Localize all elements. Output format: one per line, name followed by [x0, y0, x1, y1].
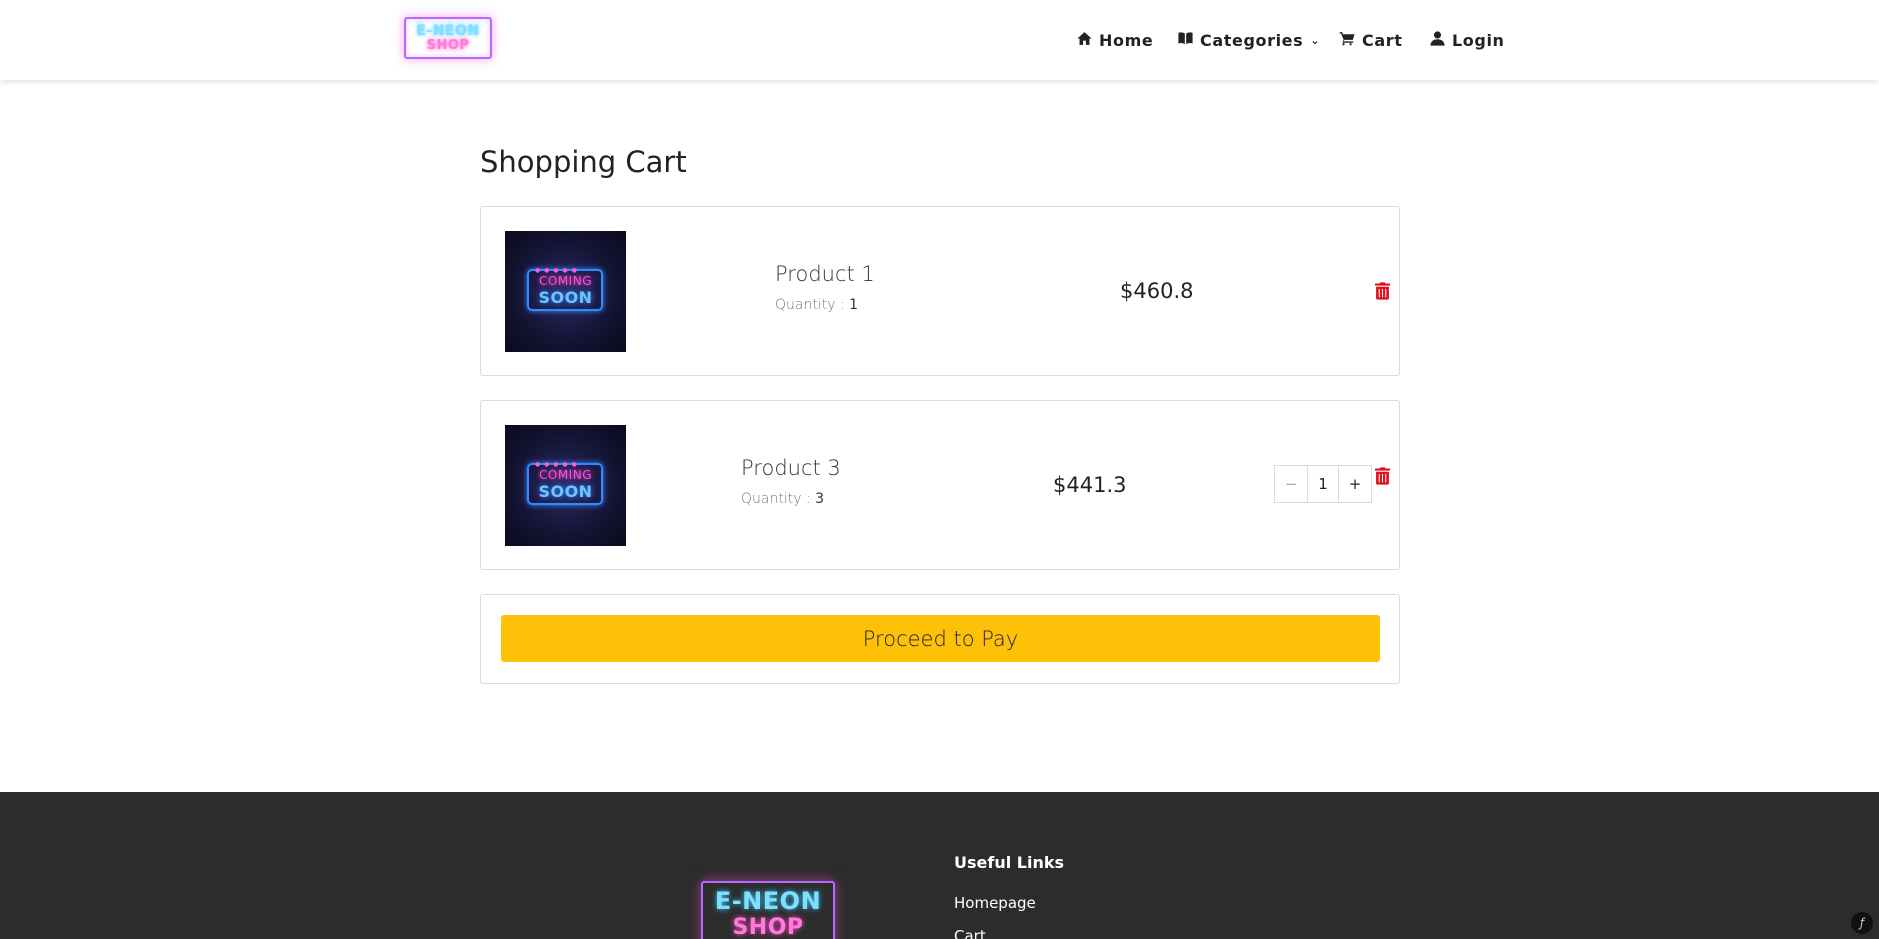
useful-links-heading: Useful Links [954, 853, 1065, 872]
quantity-label: Quantity : [741, 491, 811, 507]
neon-dots: ● ● ● ● ● [535, 267, 578, 274]
product-image[interactable]: ● ● ● ● ● COMING SOON [505, 425, 626, 546]
product-name[interactable]: Product 1 [775, 262, 875, 286]
nav-home[interactable]: Home [1076, 0, 1153, 80]
user-icon [1429, 30, 1446, 51]
cart-item: ● ● ● ● ● COMING SOON Product 1 Quantity… [480, 206, 1400, 376]
footer-logo[interactable]: E-NEON SHOP [701, 881, 835, 939]
product-price: $441.3 [1053, 473, 1127, 497]
footer-link-cart[interactable]: Cart [954, 927, 986, 939]
nav-categories-label: Categories [1200, 30, 1304, 50]
cart-item: ● ● ● ● ● COMING SOON Product 3 Quantity… [480, 400, 1400, 570]
quantity-stepper: − 1 + [1274, 465, 1372, 503]
nav-login[interactable]: Login [1429, 0, 1505, 80]
proceed-to-pay-button[interactable]: Proceed to Pay [501, 615, 1380, 662]
symfony-icon[interactable]: ƒ [1851, 912, 1873, 934]
book-icon [1177, 30, 1194, 51]
image-text-bottom: SOON [538, 288, 593, 307]
nav-home-label: Home [1099, 30, 1154, 50]
image-text-top: COMING [539, 274, 592, 288]
cart-icon [1339, 30, 1356, 51]
nav-cart-label: Cart [1362, 30, 1403, 50]
chevron-down-icon: ⌄ [1310, 33, 1321, 47]
product-image[interactable]: ● ● ● ● ● COMING SOON [505, 231, 626, 352]
neon-dots: ● ● ● ● ● [535, 461, 578, 468]
trash-icon [1375, 282, 1390, 300]
product-price: $460.8 [1120, 279, 1194, 303]
home-icon [1076, 30, 1093, 51]
product-quantity: Quantity : 1 [775, 297, 858, 313]
nav-cart[interactable]: Cart [1339, 0, 1402, 80]
site-footer: E-NEON SHOP Useful Links Homepage Cart [0, 792, 1879, 939]
nav-login-label: Login [1452, 30, 1505, 50]
footer-logo-line-2: SHOP [732, 915, 804, 939]
decrement-button[interactable]: − [1275, 466, 1307, 502]
quantity-input[interactable]: 1 [1307, 466, 1339, 502]
logo-line-2: SHOP [426, 38, 470, 53]
quantity-value: 1 [849, 297, 859, 313]
product-name[interactable]: Product 3 [741, 456, 841, 480]
checkout-panel: Proceed to Pay [480, 594, 1400, 684]
quantity-label: Quantity : [775, 297, 845, 313]
logo-line-1: E-NEON [416, 23, 480, 39]
site-logo[interactable]: E-NEON SHOP [404, 17, 492, 59]
page-title: Shopping Cart [480, 145, 687, 179]
nav-categories[interactable]: Categories ⌄ [1177, 0, 1320, 80]
image-text-bottom: SOON [538, 482, 593, 501]
footer-link-homepage[interactable]: Homepage [954, 894, 1036, 912]
image-text-top: COMING [539, 468, 592, 482]
footer-logo-line-1: E-NEON [714, 887, 822, 915]
product-quantity: Quantity : 3 [741, 491, 824, 507]
quantity-value: 3 [815, 491, 825, 507]
remove-item-button[interactable] [1375, 467, 1390, 485]
remove-item-button[interactable] [1375, 282, 1390, 300]
increment-button[interactable]: + [1339, 466, 1371, 502]
site-header: E-NEON SHOP Home Categories ⌄ Cart Login [0, 0, 1879, 80]
trash-icon [1375, 467, 1390, 485]
